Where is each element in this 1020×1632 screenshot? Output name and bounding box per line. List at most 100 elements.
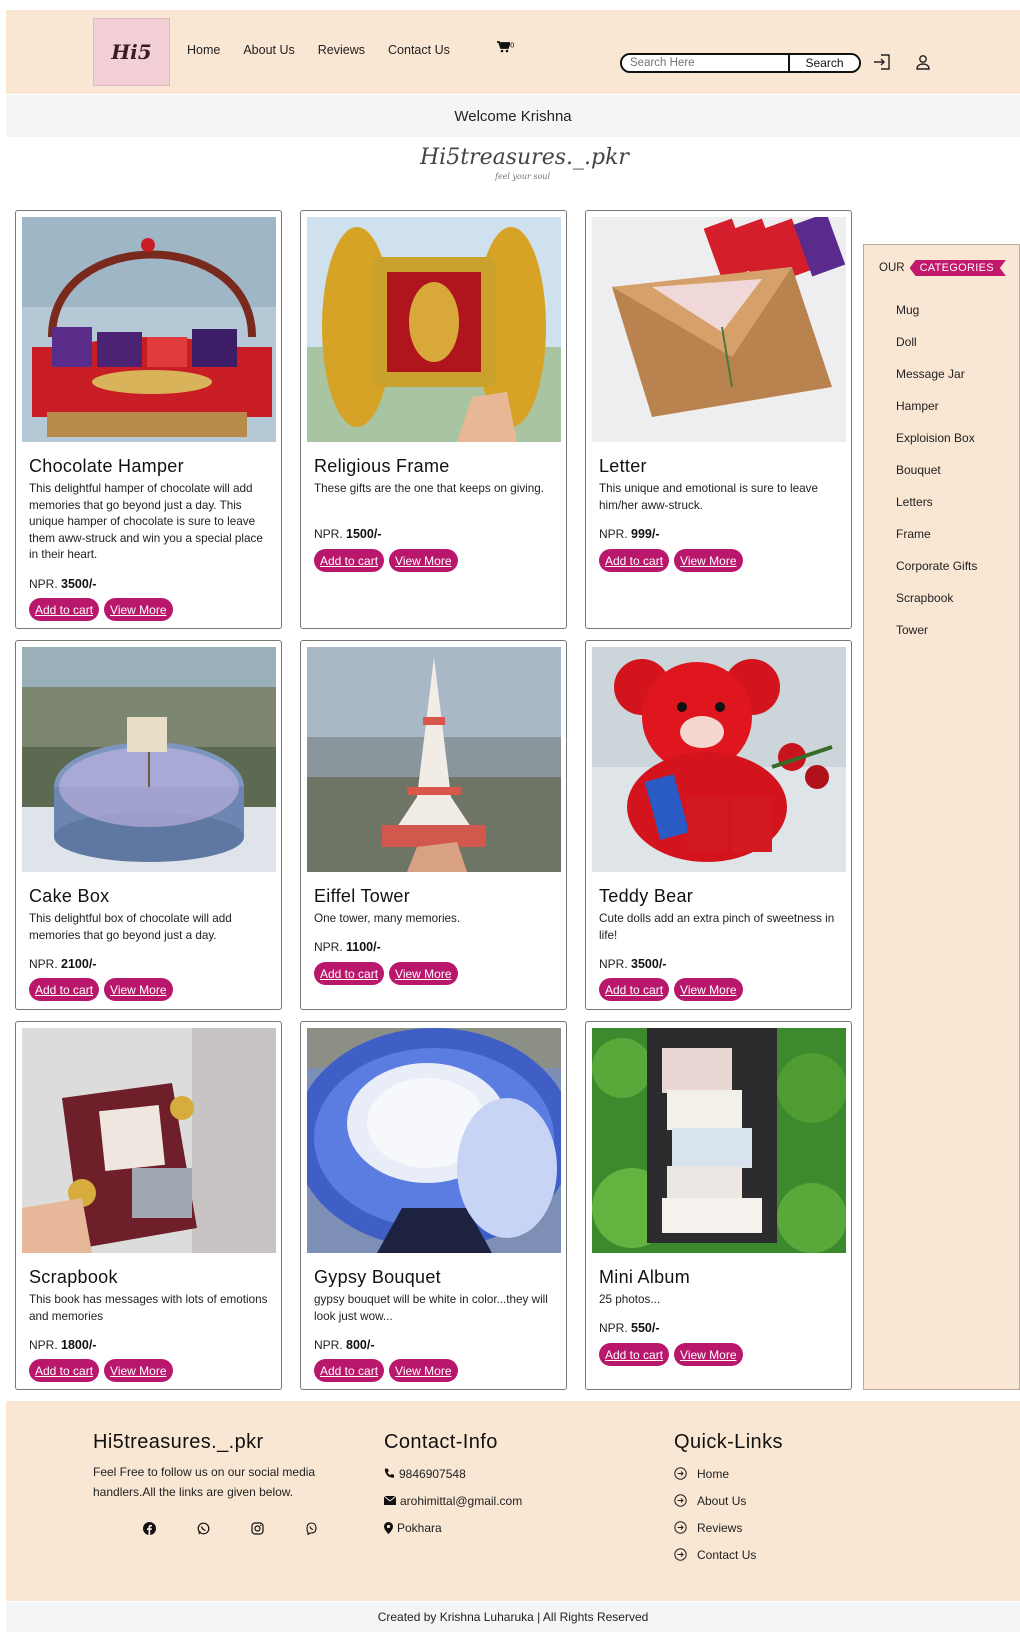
nav-contact-us[interactable]: Contact Us	[388, 43, 450, 57]
product-image[interactable]	[307, 647, 561, 872]
product-price: NPR. 2100/-	[29, 957, 96, 971]
product-image[interactable]	[592, 1028, 846, 1253]
product-title: Scrapbook	[29, 1267, 118, 1287]
view-more-button[interactable]: View More	[104, 978, 173, 1001]
category-explosion-box[interactable]: Exploision Box	[896, 431, 977, 463]
product-image[interactable]	[22, 647, 276, 872]
footer-link-label: Reviews	[697, 1520, 743, 1535]
footer-link-about-us[interactable]: About Us	[674, 1487, 783, 1514]
sidebar-heading: OUR CATEGORIES	[879, 260, 1006, 276]
product-card: Chocolate Hamper This delightful hamper …	[15, 210, 282, 629]
product-image[interactable]	[592, 647, 846, 872]
currency: NPR.	[599, 1321, 628, 1335]
product-price: NPR. 800/-	[314, 1338, 375, 1352]
view-more-button[interactable]: View More	[104, 598, 173, 621]
view-more-button[interactable]: View More	[674, 1343, 743, 1366]
location-text: Pokhara	[397, 1520, 442, 1535]
currency: NPR.	[29, 957, 58, 971]
add-to-cart-button[interactable]: Add to cart	[314, 549, 385, 572]
category-letters[interactable]: Letters	[896, 495, 977, 527]
product-image[interactable]	[307, 217, 561, 442]
logo[interactable]: Hi5	[93, 18, 170, 86]
product-description: This delightful hamper of chocolate will…	[29, 482, 263, 561]
product-card: Gypsy Bouquet gypsy bouquet will be whit…	[300, 1021, 567, 1390]
currency: NPR.	[599, 527, 628, 541]
currency: NPR.	[599, 957, 628, 971]
product-actions: Add to cart View More	[314, 962, 458, 985]
category-frame[interactable]: Frame	[896, 527, 977, 559]
product-title: Teddy Bear	[599, 886, 694, 906]
view-more-button[interactable]: View More	[674, 549, 743, 572]
view-more-button[interactable]: View More	[389, 549, 458, 572]
add-to-cart-button[interactable]: Add to cart	[29, 1359, 100, 1382]
instagram-icon[interactable]	[249, 1520, 265, 1536]
product-actions: Add to cart View More	[314, 1359, 458, 1382]
category-hamper[interactable]: Hamper	[896, 399, 977, 431]
facebook-icon[interactable]	[141, 1520, 157, 1536]
footer: Hi5treasures._.pkr Feel Free to follow u…	[6, 1401, 1020, 1601]
category-doll[interactable]: Doll	[896, 335, 977, 367]
add-to-cart-button[interactable]: Add to cart	[599, 1343, 670, 1366]
price-value: 1800/-	[61, 1338, 97, 1352]
category-list: Mug Doll Message Jar Hamper Exploision B…	[896, 303, 977, 655]
circle-arrow-icon	[674, 1521, 687, 1534]
product-card: Mini Album 25 photos... NPR. 550/- Add t…	[585, 1021, 852, 1390]
sidebar-categories-ribbon: CATEGORIES	[910, 260, 1006, 276]
user-icon	[916, 55, 930, 70]
add-to-cart-button[interactable]: Add to cart	[29, 978, 100, 1001]
product-card: Cake Box This delightful box of chocolat…	[15, 640, 282, 1010]
footer-about-text: Feel Free to follow us on our social med…	[93, 1465, 316, 1499]
product-actions: Add to cart View More	[599, 549, 743, 572]
nav-home[interactable]: Home	[187, 43, 220, 57]
view-more-button[interactable]: View More	[104, 1359, 173, 1382]
logo-text: Hi5	[111, 40, 152, 64]
product-title: Eiffel Tower	[314, 886, 410, 906]
cart-button[interactable]: 0	[497, 41, 514, 57]
product-actions: Add to cart View More	[599, 1343, 743, 1366]
welcome-banner: Welcome Krishna	[6, 95, 1020, 137]
category-corporate-gifts[interactable]: Corporate Gifts	[896, 559, 977, 591]
add-to-cart-button[interactable]: Add to cart	[599, 978, 670, 1001]
category-mug[interactable]: Mug	[896, 303, 977, 335]
product-image[interactable]	[22, 1028, 276, 1253]
product-description: One tower, many memories.	[314, 912, 461, 925]
footer-about-title: Hi5treasures._.pkr	[93, 1431, 264, 1453]
footer-link-home[interactable]: Home	[674, 1460, 783, 1487]
viber-icon[interactable]	[303, 1520, 319, 1536]
add-to-cart-button[interactable]: Add to cart	[599, 549, 670, 572]
nav-reviews[interactable]: Reviews	[318, 43, 365, 57]
whatsapp-icon[interactable]	[195, 1520, 211, 1536]
currency: NPR.	[29, 1338, 58, 1352]
view-more-button[interactable]: View More	[389, 962, 458, 985]
footer-link-reviews[interactable]: Reviews	[674, 1514, 783, 1541]
category-bouquet[interactable]: Bouquet	[896, 463, 977, 495]
price-value: 999/-	[631, 527, 660, 541]
product-title: Gypsy Bouquet	[314, 1267, 441, 1287]
product-image[interactable]	[22, 217, 276, 442]
add-to-cart-button[interactable]: Add to cart	[314, 962, 385, 985]
nav-about-us[interactable]: About Us	[243, 43, 294, 57]
account-button[interactable]	[913, 52, 933, 72]
product-title: Cake Box	[29, 886, 110, 906]
view-more-button[interactable]: View More	[389, 1359, 458, 1382]
add-to-cart-button[interactable]: Add to cart	[29, 598, 100, 621]
product-image[interactable]	[307, 1028, 561, 1253]
footer-link-contact-us[interactable]: Contact Us	[674, 1541, 783, 1568]
search-input[interactable]	[622, 55, 790, 71]
view-more-button[interactable]: View More	[674, 978, 743, 1001]
category-message-jar[interactable]: Message Jar	[896, 367, 977, 399]
category-tower[interactable]: Tower	[896, 623, 977, 655]
contact-email[interactable]: arohimittal@gmail.com	[384, 1487, 522, 1514]
add-to-cart-button[interactable]: Add to cart	[314, 1359, 385, 1382]
envelope-icon	[384, 1496, 396, 1505]
product-price: NPR. 1800/-	[29, 1338, 96, 1352]
footer-contact-title: Contact-Info	[384, 1431, 498, 1453]
product-image[interactable]	[592, 217, 846, 442]
search-button[interactable]: Search	[790, 55, 859, 71]
price-value: 1100/-	[346, 940, 381, 954]
contact-phone[interactable]: 9846907548	[384, 1460, 522, 1487]
product-title: Mini Album	[599, 1267, 691, 1287]
category-scrapbook[interactable]: Scrapbook	[896, 591, 977, 623]
login-button[interactable]	[872, 52, 892, 72]
circle-arrow-icon	[674, 1494, 687, 1507]
